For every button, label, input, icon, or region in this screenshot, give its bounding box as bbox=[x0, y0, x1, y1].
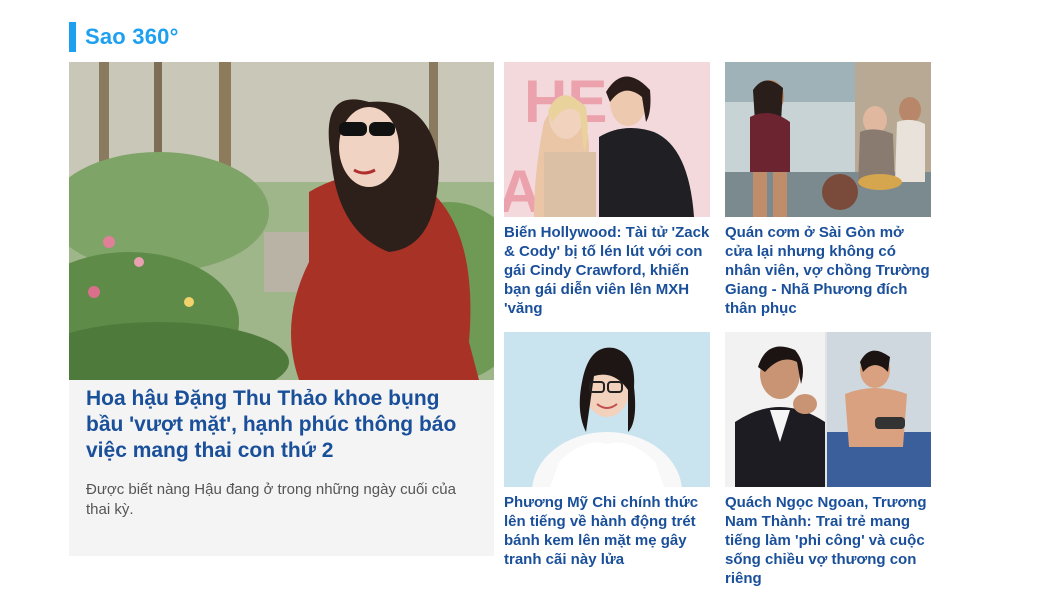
article-title[interactable]: Quán cơm ở Sài Gòn mở cửa lại nhưng khôn… bbox=[725, 223, 931, 318]
article-image[interactable] bbox=[725, 332, 931, 487]
article-image[interactable] bbox=[725, 62, 931, 217]
featured-article-description: Được biết nàng Hậu đang ở trong những ng… bbox=[86, 481, 456, 518]
featured-article-title[interactable]: Hoa hậu Đặng Thu Thảo khoe bụng bầu 'vượ… bbox=[86, 386, 481, 464]
section-header: Sao 360° bbox=[69, 22, 179, 52]
featured-article-image[interactable] bbox=[69, 62, 494, 380]
article-card[interactable]: HE A Biến Hollywood: Tài tử 'Zack & Cody… bbox=[504, 62, 710, 318]
article-card[interactable]: Quách Ngọc Ngoan, Trương Nam Thành: Trai… bbox=[725, 332, 931, 588]
article-card[interactable]: Quán cơm ở Sài Gòn mở cửa lại nhưng khôn… bbox=[725, 62, 931, 318]
article-card[interactable]: Phương Mỹ Chi chính thức lên tiếng về hà… bbox=[504, 332, 710, 569]
article-image[interactable]: HE A bbox=[504, 62, 710, 217]
section-title[interactable]: Sao 360° bbox=[85, 24, 179, 50]
article-title[interactable]: Phương Mỹ Chi chính thức lên tiếng về hà… bbox=[504, 493, 710, 569]
article-title[interactable]: Quách Ngọc Ngoan, Trương Nam Thành: Trai… bbox=[725, 493, 931, 588]
article-title[interactable]: Biến Hollywood: Tài tử 'Zack & Cody' bị … bbox=[504, 223, 710, 318]
section-accent-bar bbox=[69, 22, 76, 52]
article-image[interactable] bbox=[504, 332, 710, 487]
featured-article[interactable]: Hoa hậu Đặng Thu Thảo khoe bụng bầu 'vượ… bbox=[69, 62, 494, 556]
